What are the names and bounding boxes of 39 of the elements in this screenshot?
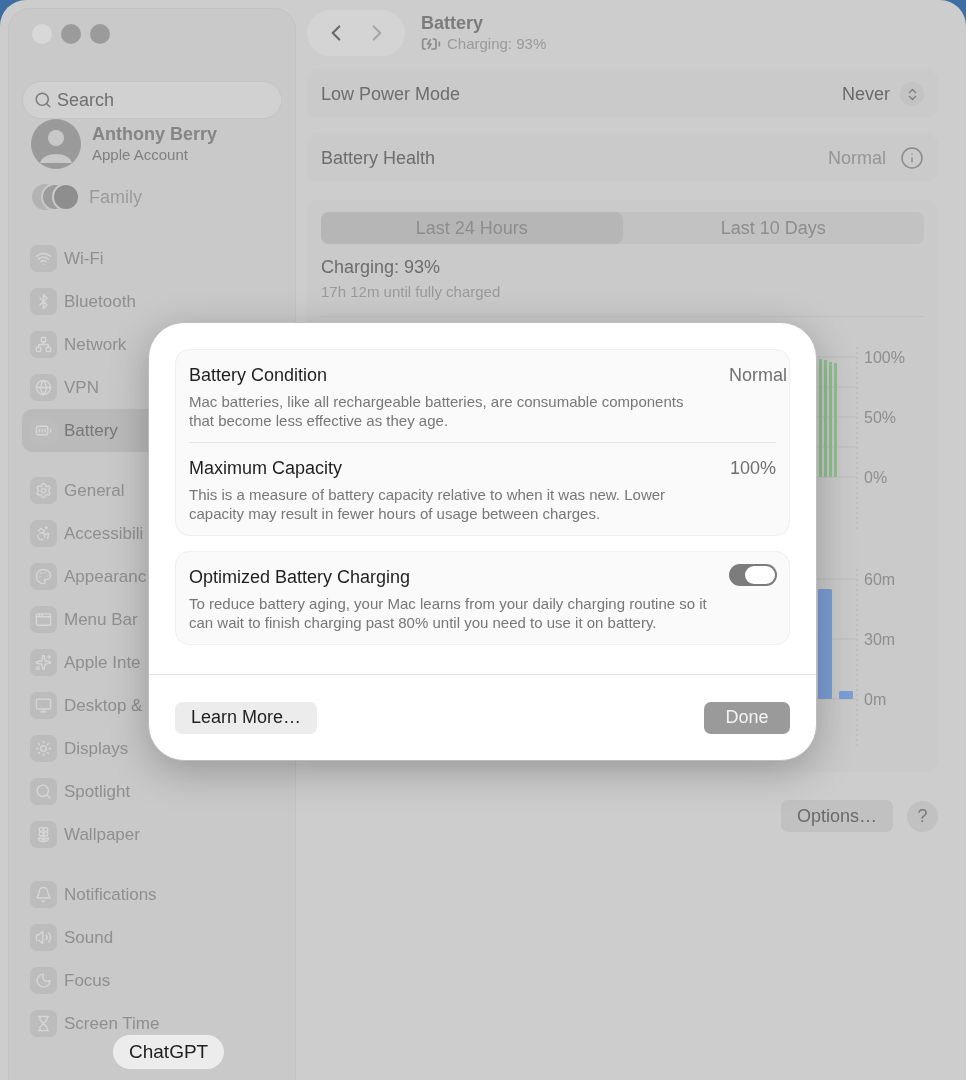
- info-description: This is a measure of battery capacity relative to when it was new. Lower capacity may result in fewer hours of usage between charges.: [189, 485, 667, 523]
- account-name: Anthony Berry: [92, 123, 217, 146]
- sidebar-label: Focus: [64, 969, 111, 992]
- account-subtitle: Apple Account: [92, 145, 189, 165]
- axis-label: 60m: [864, 570, 896, 588]
- axis-label: 0m: [864, 690, 887, 708]
- sidebar-label: Displays: [64, 737, 129, 760]
- sidebar-label: VPN: [64, 376, 99, 399]
- sidebar-label: Accessibili: [64, 522, 144, 545]
- sidebar-label: Wallpaper: [64, 823, 140, 846]
- sidebar-label: Appearanc: [64, 565, 147, 588]
- sidebar-label: Bluetooth: [64, 290, 136, 313]
- sidebar-label: Wi-Fi: [64, 247, 104, 270]
- axis-label: 0%: [864, 468, 888, 486]
- sidebar-label: Apple Inte: [64, 651, 141, 674]
- axis-label: 30m: [864, 630, 896, 648]
- sidebar-label: Spotlight: [64, 780, 131, 803]
- window-title: Battery: [421, 11, 485, 35]
- axis-label: 100%: [864, 348, 905, 366]
- sidebar-label: Notifications: [64, 883, 157, 906]
- axis-label: 50%: [864, 408, 897, 426]
- info-title: Maximum Capacity: [189, 457, 344, 480]
- dock-tooltip: ChatGPT: [113, 1035, 225, 1069]
- setting-label: Low Power Mode: [321, 82, 461, 106]
- sidebar-label: Sound: [64, 926, 114, 949]
- sidebar-label: Network: [64, 333, 127, 356]
- setting-label: Battery Health: [321, 146, 436, 170]
- info-value: 100%: [729, 457, 776, 480]
- sidebar-label: Menu Bar: [64, 608, 138, 631]
- charging-status: Charging: 93%: [321, 256, 442, 279]
- info-title: Optimized Battery Charging: [189, 566, 412, 589]
- info-title: Battery Condition: [189, 364, 329, 387]
- info-description: To reduce battery aging, your Mac learns from your daily charging routine so it can wait to finish charging past 80% until you need to use it on battery.: [189, 594, 708, 632]
- sidebar-label: Screen Time: [64, 1012, 160, 1035]
- info-description: Mac batteries, like all rechargeable batteries, are consumable components that become less effective as they age.: [189, 392, 685, 430]
- sidebar-label: Battery: [64, 419, 118, 442]
- sidebar-label: Desktop &: [64, 694, 143, 717]
- sidebar-label: General: [64, 479, 125, 502]
- info-value: Normal: [729, 364, 787, 387]
